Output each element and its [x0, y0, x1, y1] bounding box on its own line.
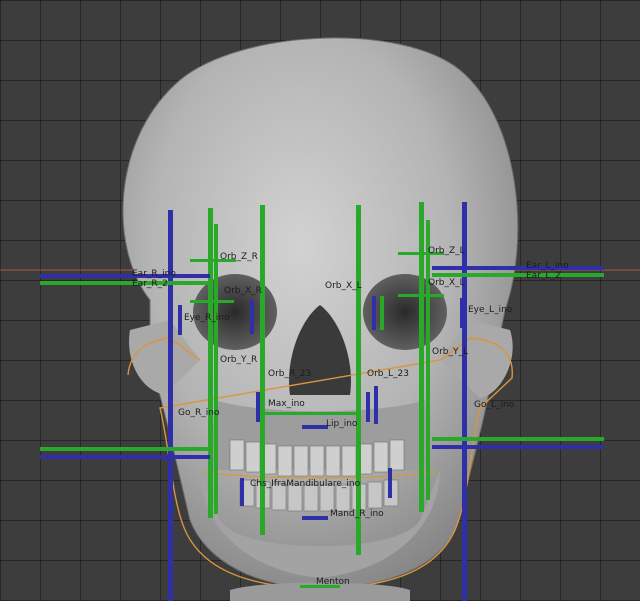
empty-bar[interactable] — [372, 296, 376, 330]
label-eye-l-ino: Eye_L_ino — [468, 305, 513, 315]
label-orb-y-l: Orb_Y_L — [432, 347, 469, 357]
empty-bar[interactable] — [432, 437, 604, 441]
label-ear-r-ino: Ear_R_ino — [132, 269, 176, 279]
empty-bar[interactable] — [356, 205, 361, 555]
label-menton: Menton — [316, 577, 350, 587]
label-orb-y-r: Orb_Y_R — [220, 355, 258, 365]
empty-bar[interactable] — [40, 455, 210, 459]
empty-bar[interactable] — [240, 478, 244, 506]
empty-bar[interactable] — [380, 296, 384, 330]
viewport-scene — [0, 37, 640, 601]
empty-bar[interactable] — [432, 445, 604, 449]
empty-bar[interactable] — [302, 516, 328, 520]
label-max-ino: Max_ino — [268, 399, 305, 409]
label-lip-ino: Lip_ino — [326, 419, 358, 429]
empty-bar[interactable] — [419, 202, 424, 512]
label-ear-l-ino: Ear_L_ino — [526, 261, 569, 271]
empty-bar[interactable] — [432, 273, 604, 277]
empty-bar[interactable] — [432, 266, 604, 270]
empty-bar[interactable] — [250, 300, 254, 334]
empty-bar[interactable] — [388, 468, 392, 498]
empty-bar[interactable] — [302, 425, 328, 429]
label-go-l-ino: Go_L_ino — [474, 400, 515, 410]
label-eye-r-ino: Eye_R_ino — [184, 313, 230, 323]
empty-bar[interactable] — [190, 300, 234, 303]
empty-bar[interactable] — [374, 386, 378, 424]
label-orb-z-r: Orb_Z_R — [220, 252, 258, 262]
label-orb-l-23: Orb_L_23 — [367, 369, 409, 379]
label-orb-x-l-2: Orb_X_L — [428, 278, 465, 288]
empty-bar[interactable] — [398, 294, 444, 297]
label-orb-r-23: Orb_R_23 — [268, 369, 312, 379]
empty-bar[interactable] — [208, 208, 213, 518]
empty-bar[interactable] — [40, 447, 210, 451]
label-ear-l-2: Ear_L_2 — [526, 271, 561, 281]
3d-viewport[interactable]: Ear_R_ino Ear_R_2 Ear_L_ino Ear_L_2 Orb_… — [0, 0, 640, 601]
label-orb-x-r: Orb_X_R — [224, 286, 262, 296]
label-orb-z-l: Orb_Z_L — [428, 246, 465, 256]
empty-bar[interactable] — [256, 392, 260, 422]
empty-bar[interactable] — [460, 298, 464, 328]
empty-bar[interactable] — [426, 220, 430, 500]
label-ear-r-2: Ear_R_2 — [132, 279, 168, 289]
empty-bar[interactable] — [40, 281, 210, 285]
label-orb-x-l: Orb_X_L — [325, 281, 362, 291]
empty-bar[interactable] — [366, 392, 370, 422]
label-go-r-ino: Go_R_ino — [178, 408, 220, 418]
empty-bar[interactable] — [462, 202, 467, 601]
empty-bar[interactable] — [40, 274, 210, 278]
label-mand-ino: Mand_R_ino — [330, 509, 384, 519]
empty-bar[interactable] — [178, 305, 182, 335]
label-chs-ifra: Chs_IfraMandibulare_ino — [250, 479, 361, 489]
empty-bar[interactable] — [262, 412, 358, 415]
empty-bar[interactable] — [214, 224, 218, 514]
